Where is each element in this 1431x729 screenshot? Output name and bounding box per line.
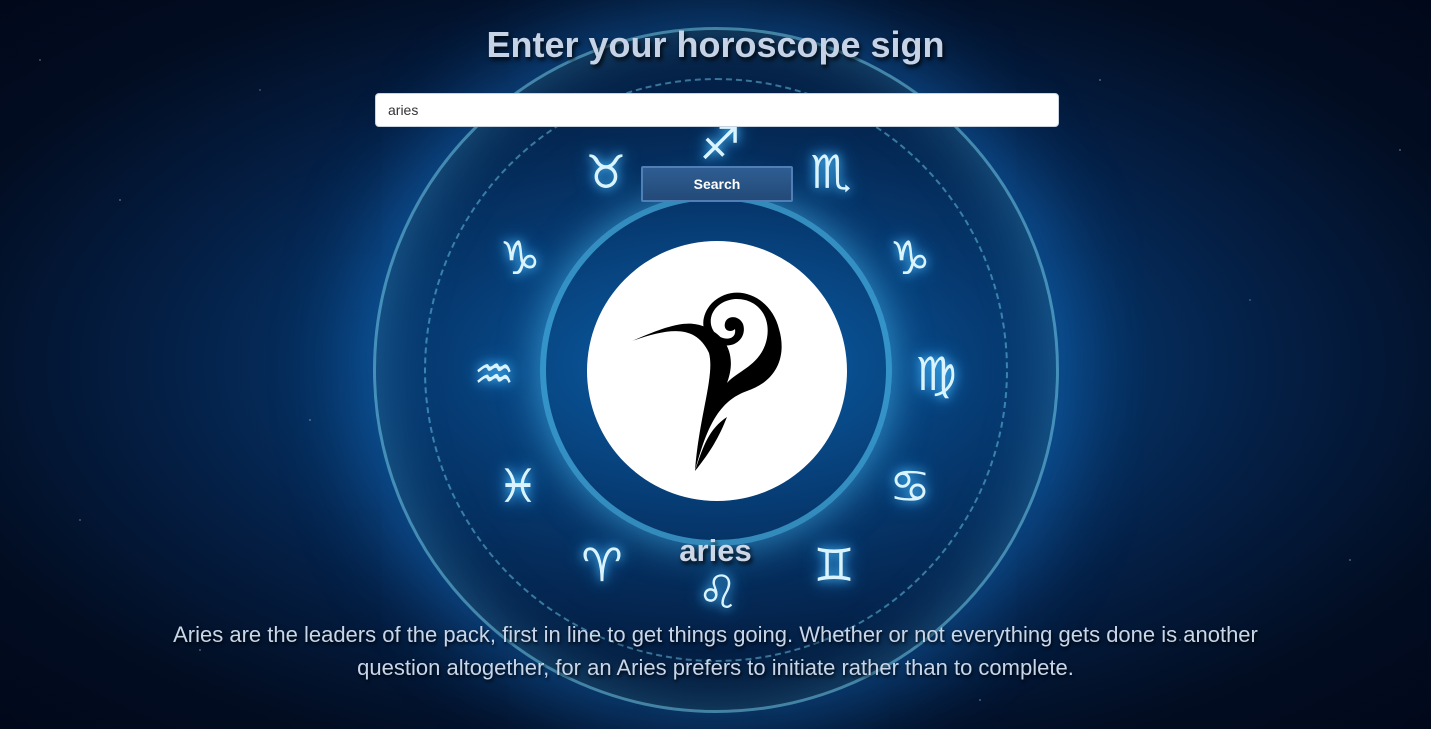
gemini-icon: ♌: [697, 565, 739, 619]
sign-image: [587, 241, 847, 501]
search-input[interactable]: [375, 93, 1059, 127]
pisces-icon: ♒: [473, 347, 515, 401]
page-title: Enter your horoscope sign: [486, 24, 945, 65]
sign-name: aries: [679, 533, 752, 568]
scorpio-icon: ♏: [810, 145, 852, 199]
search-button[interactable]: Search: [641, 166, 793, 202]
libra-icon: ♑: [889, 231, 931, 285]
sign-description: Aries are the leaders of the pack, first…: [173, 622, 1258, 680]
leo-icon: ♋: [889, 459, 931, 513]
aries-wheel-icon: ♓: [497, 459, 539, 513]
aquarius-icon: ♑: [499, 231, 541, 285]
aries-ram-icon: [632, 292, 782, 471]
capricorn-icon: ♉: [585, 145, 627, 199]
virgo-icon: ♍: [915, 347, 957, 401]
